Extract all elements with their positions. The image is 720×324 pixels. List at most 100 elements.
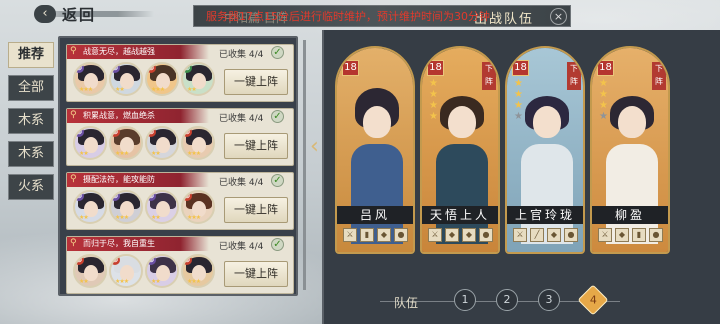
avatar-row: ❂ ★★ ❂ ★★★ ❂ ★★ ❂ ★★★ [73, 254, 215, 288]
star-rating: ★ ★ ★ ★ [514, 78, 523, 122]
lineup-card: ⚲ 摄配法符，能攻能防 已收集 4/4 ✓ ❂ ★★ ❂ ★★★ ❂ ★★ ❂ ★★★ … [66, 172, 294, 230]
hero-avatar[interactable]: ❂ ★★★ [109, 190, 143, 224]
tab-fire[interactable]: 火系 [8, 174, 54, 200]
collected-count: 已收集 4/4 [219, 178, 264, 188]
armor-icon[interactable]: ◆ [547, 228, 561, 242]
accessory-icon[interactable]: ● [649, 228, 663, 242]
remove-button[interactable]: 下阵 [482, 62, 496, 90]
chevron-left-icon[interactable]: ‹ [310, 134, 319, 159]
back-label: 返回 [62, 5, 97, 24]
hero-avatar[interactable]: ❂ ★★★ [109, 126, 143, 160]
collected-count: 已收集 4/4 [219, 242, 264, 252]
hero-avatar[interactable]: ❂ ★★ [181, 62, 215, 96]
check-icon: ✓ [271, 174, 284, 187]
team-3-button[interactable]: 3 [538, 289, 560, 311]
one-click-deploy-button[interactable]: 一键上阵 [224, 133, 288, 159]
armor-icon[interactable]: ◆ [377, 228, 391, 242]
hero-card[interactable]: 18 ★ ★ ★ ★ 下阵 柳盈 ⚔ ◆ ▮ ● [590, 46, 670, 254]
sword-icon[interactable]: ⚔ [598, 228, 612, 242]
boots-icon[interactable]: ▮ [632, 228, 646, 242]
check-icon: ✓ [271, 110, 284, 123]
lineup-title: 战意无尽，越战越强 [83, 47, 155, 56]
lineup-title: 积累战意，燃血绝杀 [83, 111, 155, 120]
staff-icon[interactable]: ╱ [530, 228, 544, 242]
hero-avatar[interactable]: ❂ ★★ [73, 254, 107, 288]
boots-icon[interactable]: ▮ [360, 228, 374, 242]
sword-icon[interactable]: ⚔ [428, 228, 442, 242]
level-badge: 18 [342, 60, 359, 76]
armor-icon[interactable]: ◆ [445, 228, 459, 242]
collected-count: 已收集 4/4 [219, 50, 264, 60]
maintenance-marquee: 服务器17点15分后进行临时维护，预计维护时间为30分钟 [206, 10, 490, 23]
hero-avatar[interactable]: ❂ ★★ [73, 190, 107, 224]
hero-avatar[interactable]: ❂ ★★★ [181, 254, 215, 288]
back-button[interactable]: ‹ 返回 [34, 3, 154, 25]
hero-avatar[interactable]: ❂ ★★★ [181, 126, 215, 160]
equipment-row: ⚔ ▮ ◆ ● [343, 228, 408, 242]
team-2-button[interactable]: 2 [496, 289, 518, 311]
collected-count: 已收集 4/4 [219, 114, 264, 124]
team-4-label: 4 [589, 293, 597, 306]
remove-button[interactable]: 下阵 [567, 62, 581, 90]
list-scrollbar[interactable] [303, 40, 306, 290]
hero-avatar[interactable]: ❂ ★★ [73, 126, 107, 160]
armor-icon[interactable]: ◆ [615, 228, 629, 242]
hero-avatar[interactable]: ❂ ★★ [145, 190, 179, 224]
magnifier-icon[interactable]: ⚲ [70, 110, 77, 120]
hero-avatar[interactable]: ❂ ★★ [145, 254, 179, 288]
accessory-icon[interactable]: ● [394, 228, 408, 242]
hero-name: 天悟上人 [422, 206, 498, 224]
tab-recommended[interactable]: 推荐 [8, 42, 54, 68]
hero-avatar[interactable]: ❂ ★★★ [109, 254, 143, 288]
one-click-deploy-button[interactable]: 一键上阵 [224, 197, 288, 223]
back-arrow-icon: ‹ [34, 5, 56, 23]
lineup-card: ⚲ 而归于尽，我自重生 已收集 4/4 ✓ ❂ ★★ ❂ ★★★ ❂ ★★ ❂ ★★★ … [66, 236, 294, 294]
equipment-row: ⚔ ◆ ◆ ● [428, 228, 493, 242]
tab-wood-2[interactable]: 木系 [8, 141, 54, 167]
check-icon: ✓ [271, 46, 284, 59]
level-badge: 18 [597, 60, 614, 76]
magnifier-icon[interactable]: ⚲ [70, 174, 77, 184]
team-1-button[interactable]: 1 [454, 289, 476, 311]
accessory-icon[interactable]: ● [564, 228, 578, 242]
hero-avatar[interactable]: ❂ ★★★ [73, 62, 107, 96]
level-badge: 18 [427, 60, 444, 76]
card-title-bar: ⚲ 而归于尽，我自重生 [67, 237, 209, 251]
lineup-card: ⚲ 积累战意，燃血绝杀 已收集 4/4 ✓ ❂ ★★ ❂ ★★★ ❂ ★★ ❂ ★★★ … [66, 108, 294, 166]
one-click-deploy-button[interactable]: 一键上阵 [224, 261, 288, 287]
team-label: 队伍 [394, 296, 419, 310]
avatar-row: ❂ ★★ ❂ ★★★ ❂ ★★ ❂ ★★★ [73, 126, 215, 160]
hero-card[interactable]: 18 ★ ★ ★ ★ 下阵 上官玲珑 ⚔ ╱ ◆ ● [505, 46, 585, 254]
avatar-row: ❂ ★★★ ❂ ★★ ❂ ★★★ ❂ ★★ [73, 62, 215, 96]
top-bar: ‹ 返回 中阳篇 目阵 出战队伍 × 服务器17点15分后进行临时维护，预计维护… [0, 0, 720, 28]
check-icon: ✓ [271, 238, 284, 251]
close-icon[interactable]: × [550, 8, 567, 25]
accessory-icon[interactable]: ● [479, 228, 493, 242]
sword-icon[interactable]: ⚔ [343, 228, 357, 242]
hero-name: 吕风 [337, 206, 413, 224]
hero-card[interactable]: 18 ★ ★ ★ ★ 下阵 天悟上人 ⚔ ◆ ◆ ● [420, 46, 500, 254]
hero-avatar[interactable]: ❂ ★★★ [181, 190, 215, 224]
lineup-title: 而归于尽，我自重生 [83, 239, 155, 248]
card-title-bar: ⚲ 战意无尽，越战越强 [67, 45, 209, 59]
tab-wood-1[interactable]: 木系 [8, 108, 54, 134]
lineup-list: ⚲ 战意无尽，越战越强 已收集 4/4 ✓ ❂ ★★★ ❂ ★★ ❂ ★★★ ❂ ★★ … [58, 36, 298, 296]
hero-avatar[interactable]: ❂ ★★ [145, 126, 179, 160]
magnifier-icon[interactable]: ⚲ [70, 46, 77, 56]
team-4-button[interactable]: 4 [577, 284, 609, 316]
sword-icon[interactable]: ⚔ [513, 228, 527, 242]
lineup-card: ⚲ 战意无尽，越战越强 已收集 4/4 ✓ ❂ ★★★ ❂ ★★ ❂ ★★★ ❂ ★★ … [66, 44, 294, 102]
armor-icon[interactable]: ◆ [462, 228, 476, 242]
tab-all[interactable]: 全部 [8, 75, 54, 101]
card-title-bar: ⚲ 摄配法符，能攻能防 [67, 173, 209, 187]
remove-button[interactable]: 下阵 [652, 62, 666, 90]
lineup-title: 摄配法符，能攻能防 [83, 175, 155, 184]
one-click-deploy-button[interactable]: 一键上阵 [224, 69, 288, 95]
hero-card[interactable]: 18 吕风 ⚔ ▮ ◆ ● [335, 46, 415, 254]
hero-avatar[interactable]: ❂ ★★★ [145, 62, 179, 96]
hero-avatar[interactable]: ❂ ★★ [109, 62, 143, 96]
star-rating: ★ ★ ★ ★ [599, 78, 608, 122]
magnifier-icon[interactable]: ⚲ [70, 238, 77, 248]
hero-name: 上官玲珑 [507, 206, 583, 224]
star-rating: ★ ★ ★ ★ [429, 78, 438, 122]
